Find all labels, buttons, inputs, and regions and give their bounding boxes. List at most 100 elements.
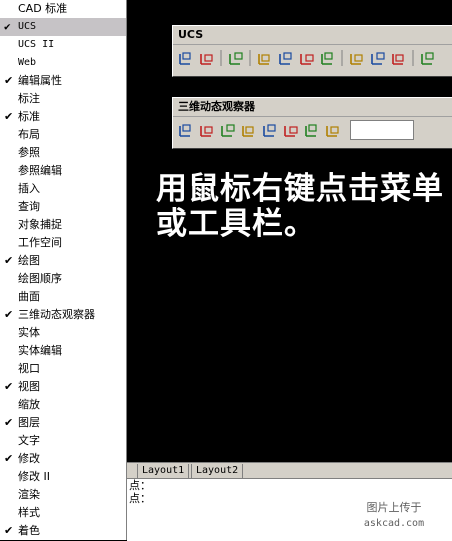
object-ucs-icon[interactable] [276,48,295,67]
3d-orbit-toolbar[interactable]: 三维动态观察器 [172,97,452,149]
menu-item[interactable]: ✔ 修改 [0,450,126,468]
menu-item-label: 图层 [18,416,40,429]
menu-item-label: 三维动态观察器 [18,308,95,321]
menu-item[interactable]: ✔ 视图 [0,378,126,396]
checkmark-icon: ✔ [4,380,14,393]
menu-item[interactable]: 插入 [0,180,126,198]
menu-item-label: 编辑属性 [18,74,62,87]
3d-orbit-icon[interactable] [218,120,237,139]
front-clip-icon[interactable] [302,120,321,139]
menu-item-label: 插入 [18,182,40,195]
menu-item-label: 布局 [18,128,40,141]
swivel-icon[interactable] [260,120,279,139]
checkmark-icon: ✔ [4,20,11,33]
menu-item[interactable]: ✔ UCS [0,18,126,36]
menu-item[interactable]: 视口 [0,360,126,378]
tab-layout1[interactable]: Layout1 [137,464,190,479]
named-ucs-icon[interactable] [197,48,216,67]
menu-item[interactable]: ✔ 绘图 [0,252,126,270]
menu-item-label: 渲染 [18,488,40,501]
menu-item-label: 修改 II [18,470,50,483]
world-ucs-icon[interactable] [255,48,274,67]
menu-item[interactable]: 文字 [0,432,126,450]
menu-item[interactable]: ✔ 着色 [0,522,126,540]
3d-orbit-toolbar-title[interactable]: 三维动态观察器 [173,98,452,117]
menu-item[interactable]: 样式 [0,504,126,522]
menu-item-label: 视口 [18,362,40,375]
watermark-url: askcad.com [363,518,425,529]
menu-item[interactable]: UCS II [0,36,126,54]
menu-item-label: CAD 标准 [18,2,68,15]
menu-item[interactable]: 布局 [0,126,126,144]
3d-orbit-toolbar-buttons [173,117,452,143]
menu-item-label: 查询 [18,200,40,213]
menu-item-label: 参照编辑 [18,164,62,177]
checkmark-icon: ✔ [4,416,14,429]
menu-item-label: 标准 [18,110,40,123]
menu-item-label: 对象捕捉 [18,218,62,231]
menu-item-label: 参照 [18,146,40,159]
watermark: 图片上传于 askcad.com [344,500,444,532]
menu-item-label: Web [18,57,37,68]
menu-item[interactable]: 修改 II [0,468,126,486]
menu-item[interactable]: 对象捕捉 [0,216,126,234]
view-select-field[interactable] [350,120,414,140]
menu-item[interactable]: 渲染 [0,486,126,504]
menu-item[interactable]: Web [0,54,126,72]
ucs-icon[interactable] [176,48,195,67]
menu-item-label: 标注 [18,92,40,105]
instruction-text: 用鼠标右键点击菜单或工具栏。 [156,171,444,242]
menu-item[interactable]: 实体编辑 [0,342,126,360]
ucs-toolbar[interactable]: UCS [172,25,452,77]
tab-layout2[interactable]: Layout2 [191,464,244,479]
menu-item-label: 实体 [18,326,40,339]
menu-item[interactable]: 绘图顺序 [0,270,126,288]
3d-pan-icon[interactable] [176,120,195,139]
adjust-distance-icon[interactable] [281,120,300,139]
menu-item[interactable]: 缩放 [0,396,126,414]
menu-item[interactable]: ✔ 编辑属性 [0,72,126,90]
checkmark-icon: ✔ [4,452,14,465]
command-line: 点： [129,479,151,492]
menu-item-label: 样式 [18,506,40,519]
3point-ucs-icon[interactable] [389,48,408,67]
z-axis-vector-icon[interactable] [368,48,387,67]
menu-item[interactable]: 曲面 [0,288,126,306]
menu-item[interactable]: ✔ 标准 [0,108,126,126]
checkmark-icon: ✔ [4,524,14,537]
back-clip-icon[interactable] [323,120,342,139]
menu-item-label: UCS [18,21,37,32]
menu-item-label: 实体编辑 [18,344,62,357]
x-rotate-icon[interactable] [418,48,437,67]
previous-ucs-icon[interactable] [226,48,245,67]
view-ucs-icon[interactable] [318,48,337,67]
menu-item-label: 绘图 [18,254,40,267]
menu-item[interactable]: ✔ 图层 [0,414,126,432]
checkmark-icon: ✔ [4,254,14,267]
menu-item[interactable]: 实体 [0,324,126,342]
menu-item[interactable]: 标注 [0,90,126,108]
checkmark-icon: ✔ [4,308,14,321]
menu-item-label: 缩放 [18,398,40,411]
menu-item-label: 绘图顺序 [18,272,62,285]
menu-item[interactable]: 参照 [0,144,126,162]
ucs-toolbar-title[interactable]: UCS [173,26,452,45]
toolbar-separator [339,48,345,67]
menu-item[interactable]: 工作空间 [0,234,126,252]
toolbar-context-menu: CAD 标准 ✔ UCS UCS II Web ✔ 编辑属性标注 ✔ 标准布局参照参照编辑插入查… [0,0,127,540]
face-ucs-icon[interactable] [297,48,316,67]
menu-item-label: 视图 [18,380,40,393]
menu-item[interactable]: 参照编辑 [0,162,126,180]
menu-item[interactable]: 查询 [0,198,126,216]
menu-item[interactable]: CAD 标准 [0,0,126,18]
menu-item-label: 曲面 [18,290,40,303]
3d-zoom-icon[interactable] [197,120,216,139]
origin-ucs-icon[interactable] [347,48,366,67]
checkmark-icon: ✔ [4,74,14,87]
checkmark-icon: ✔ [4,110,14,123]
ucs-toolbar-buttons [173,45,452,70]
watermark-line1: 图片上传于 [366,501,422,514]
continuous-orbit-icon[interactable] [239,120,258,139]
menu-item-label: 文字 [18,434,40,447]
menu-item[interactable]: ✔ 三维动态观察器 [0,306,126,324]
